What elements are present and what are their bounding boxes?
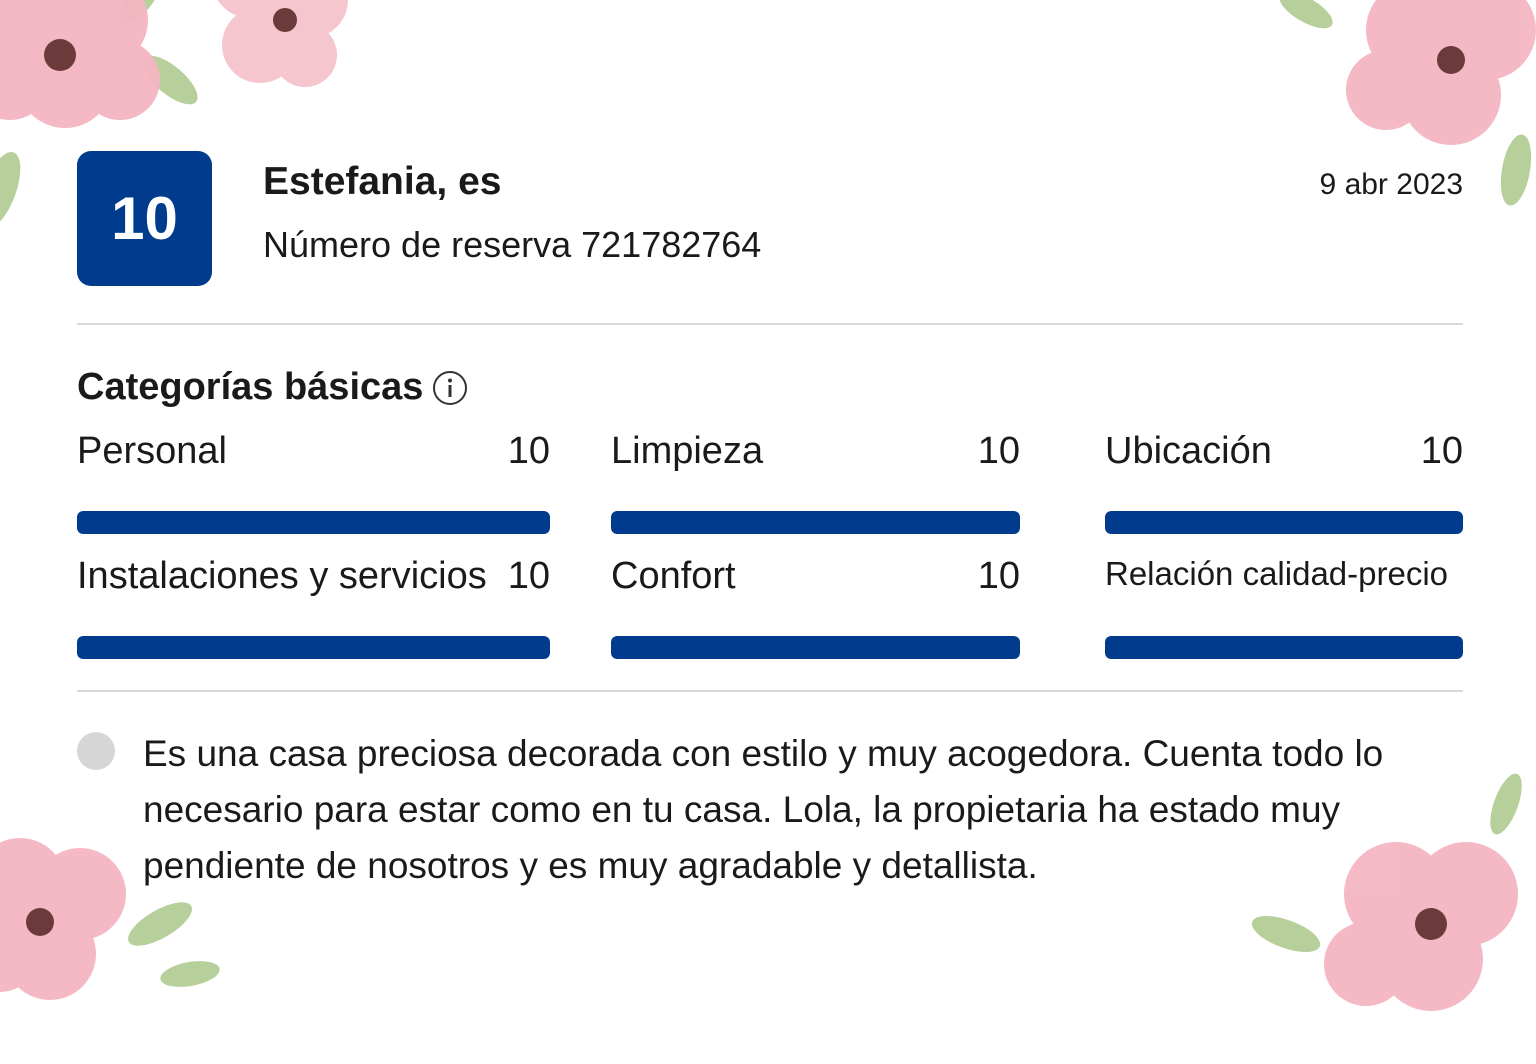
category-bar [77, 511, 550, 534]
category-bar-fill [77, 511, 550, 534]
category-limpieza: Limpieza 10 [611, 430, 1020, 534]
category-label: Instalaciones y servicios [77, 555, 487, 597]
category-bar [611, 511, 1020, 534]
category-personal: Personal 10 [77, 430, 550, 534]
category-bar-fill [1105, 636, 1463, 659]
category-bar [1105, 636, 1463, 659]
category-label: Limpieza [611, 430, 764, 472]
category-label: Ubicación [1105, 430, 1272, 472]
divider [77, 690, 1463, 692]
category-score: 10 [977, 555, 1020, 597]
section-title: Categorías básicas [77, 366, 468, 409]
info-icon[interactable] [432, 370, 468, 406]
divider [77, 323, 1463, 325]
category-score: 10 [1420, 430, 1463, 472]
category-bar-fill [611, 636, 1020, 659]
flower-icon [1279, 0, 1536, 206]
category-ubicacion: Ubicación 10 [1105, 430, 1463, 534]
category-score: 10 [507, 555, 550, 597]
comment-bubble-icon [77, 732, 115, 770]
category-score: 10 [507, 430, 550, 472]
category-relacion-calidad-precio: Relación calidad-precio [1105, 555, 1463, 659]
category-instalaciones: Instalaciones y servicios 10 [77, 555, 550, 659]
review-date: 9 abr 2023 [1319, 168, 1463, 201]
category-label: Confort [611, 555, 736, 597]
review-comment: Es una casa preciosa decorada con estilo… [143, 733, 1384, 886]
reviewer-name: Estefania, es [263, 160, 502, 203]
category-bar-fill [77, 636, 550, 659]
categories-title: Categorías básicas [77, 366, 424, 408]
category-score: 10 [977, 430, 1020, 472]
category-confort: Confort 10 [611, 555, 1020, 659]
booking-number: Número de reserva 721782764 [263, 224, 762, 265]
category-bar [611, 636, 1020, 659]
review-score-badge: 10 [77, 151, 212, 286]
category-bar-fill [611, 511, 1020, 534]
category-label: Personal [77, 430, 227, 472]
category-bar [77, 636, 550, 659]
category-bar [1105, 511, 1463, 534]
category-bar-fill [1105, 511, 1463, 534]
category-label: Relación calidad-precio [1105, 555, 1449, 592]
